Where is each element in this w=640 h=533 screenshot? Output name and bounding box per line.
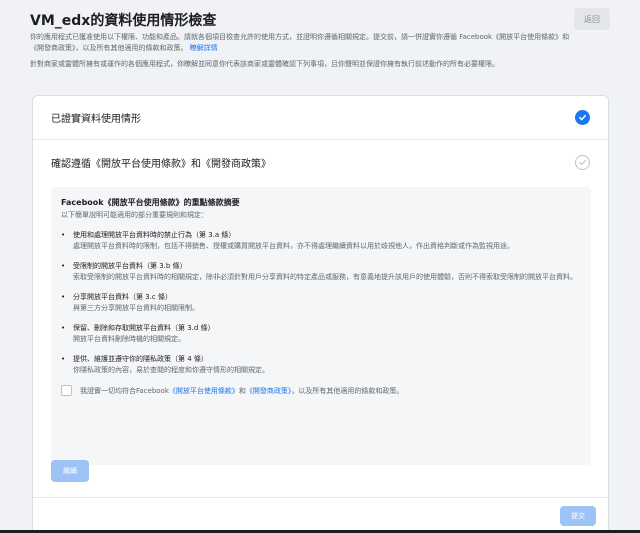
list-item: • 保留、刪除和存取開放平台資料（第 3.d 條） 開放平台資料刪除時機的相關規… [61,323,581,345]
bullet-icon: • [61,324,66,332]
agree-mid: 和 [238,386,246,395]
summary-list: • 使用和處理開放平台資料時的禁止行為（第 3.a 條） 處理開放平台資料時的限… [61,230,581,376]
intro-line-1: 你的應用程式已獲准使用以下權限、功能和產品。請就各個項目檢查允許的使用方式，並證… [30,33,570,52]
step-data-use-verified[interactable]: 已證實資料使用情形 [33,96,608,140]
list-item: • 分享開放平台資料（第 3.c 條） 與第三方分享開放平台資料的相關限制。 [61,292,581,314]
list-item: • 受限制的開放平台資料（第 3.b 條） 索取受限制的開放平台資料時的相關規定… [61,261,581,283]
intro-paragraph-2: 針對商家或靈體所擁有或運作的各個應用程式，你瞭解並同意你代表該商家或靈體確認下列… [30,60,499,68]
item-desc: 與第三方分享開放平台資料的相關限制。 [73,304,199,312]
learn-more-link[interactable]: 瞭解詳情 [190,44,218,52]
item-title: 提供、維護並遵守你的隱私政策（第 4 條） [73,355,208,363]
submit-button[interactable]: 提交 [560,506,596,526]
review-card: 已證實資料使用情形 確認遵循《開放平台使用條款》和《開發商政策》 Faceboo… [32,95,609,533]
list-item: • 提供、維護並遵守你的隱私政策（第 4 條） 你隱私政策的內容，易於查閱的程度… [61,354,581,376]
bullet-icon: • [61,355,66,363]
item-desc: 處理開放平台資料時的限制，包括不得銷售、授權或購買開放平台資料，亦不得處理繼續資… [73,242,514,250]
item-title: 保留、刪除和存取開放平台資料（第 3.d 條） [73,324,215,332]
list-item: • 使用和處理開放平台資料時的禁止行為（第 3.a 條） 處理開放平台資料時的限… [61,230,581,252]
check-circle-outline-icon [575,154,590,170]
platform-terms-link[interactable]: 《開放平台使用條款》 [169,387,239,395]
terms-summary-box: Facebook《開放平台使用條款》的重點條款摘要 以下簡單說明可能適用的部分重… [51,187,591,465]
intro-text: 你的應用程式已獲准使用以下權限、功能和產品。請就各個項目檢查允許的使用方式，並證… [30,32,582,75]
step-label-2: 確認遵循《開放平台使用條款》和《開發商政策》 [51,158,271,170]
step-label-1: 已證實資料使用情形 [51,114,141,125]
developer-policies-link[interactable]: 《開發商政策》 [246,387,292,395]
agree-suffix: ，以及所有其他適用的條款和政策。 [291,386,404,395]
step-confirm-compliance[interactable]: 確認遵循《開放平台使用條款》和《開發商政策》 [33,140,608,184]
item-title: 受限制的開放平台資料（第 3.b 條） [73,262,187,270]
agree-row: 我證實一切均符合Facebook《開放平台使用條款》和《開發商政策》，以及所有其… [61,385,581,396]
item-title: 使用和處理開放平台資料時的禁止行為（第 3.a 條） [73,231,236,239]
page-title: VM_edx的資料使用情形檢查 [30,13,217,29]
check-circle-filled-icon [575,110,590,125]
back-button[interactable]: 返回 [574,8,610,30]
bullet-icon: • [61,231,66,239]
continue-button[interactable]: 繼續 [51,460,89,482]
item-desc: 索取受限制的開放平台資料時的相關規定，除非必須針對用戶分享資料的特定產品或服務，… [73,273,577,281]
footer-divider [33,497,608,498]
item-desc: 開放平台資料刪除時機的相關規定。 [73,335,185,343]
summary-subtitle: 以下簡單說明可能適用的部分重要規則和規定： [61,211,208,219]
agree-checkbox[interactable] [61,385,72,396]
page-header: VM_edx的資料使用情形檢查 返回 [30,6,610,30]
item-desc: 你隱私政策的內容，易於查閱的程度和你遵守情形的相關規定。 [73,366,269,374]
agree-prefix: 我證實一切均符合Facebook [80,386,169,395]
item-title: 分享開放平台資料（第 3.c 條） [73,293,172,301]
bullet-icon: • [61,293,66,301]
bullet-icon: • [61,262,66,270]
intro-paragraph-1: 你的應用程式已獲准使用以下權限、功能和產品。請就各個項目檢查允許的使用方式，並證… [30,32,582,54]
summary-title: Facebook《開放平台使用條款》的重點條款摘要 [61,198,240,207]
agree-text: 我證實一切均符合Facebook《開放平台使用條款》和《開發商政策》，以及所有其… [80,386,403,396]
